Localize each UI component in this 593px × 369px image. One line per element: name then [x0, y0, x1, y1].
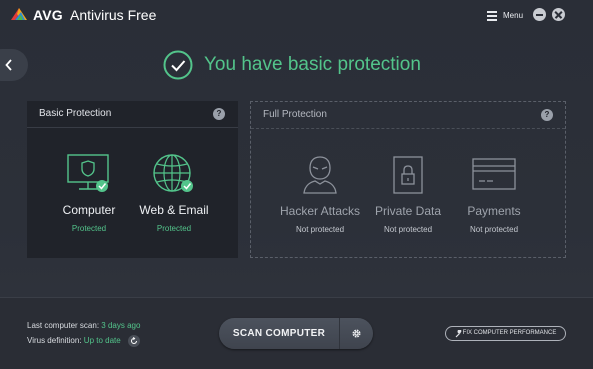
divider [27, 127, 238, 128]
minimize-button[interactable] [533, 8, 546, 21]
last-scan-label: Last computer scan: [27, 321, 100, 330]
help-button[interactable]: ? [541, 109, 553, 121]
basic-protection-panel: Basic Protection ? Computer Protected We… [27, 101, 238, 258]
help-button[interactable]: ? [213, 108, 225, 120]
hamburger-icon [487, 10, 497, 21]
item-status: Protected [156, 224, 192, 233]
divider [251, 128, 565, 129]
fix-performance-button[interactable]: FIX COMPUTER PERFORMANCE [445, 326, 566, 341]
wrench-icon [455, 330, 462, 338]
item-status: Protected [71, 224, 107, 233]
avg-logo-icon [11, 8, 27, 20]
product-name: Antivirus Free [70, 7, 157, 23]
full-protection-panel: Full Protection ? Hacker Attacks Not pro… [250, 101, 566, 258]
last-scan-info: Last computer scan: 3 days ago [27, 321, 140, 330]
protection-status-title: You have basic protection [204, 54, 421, 75]
item-status: Not protected [469, 225, 519, 234]
avg-main-window: AVG Antivirus Free Menu You have basic p… [0, 0, 593, 369]
monitor-shield-icon [67, 154, 109, 192]
fix-performance-label: FIX COMPUTER PERFORMANCE [462, 330, 557, 336]
item-name: Hacker Attacks [279, 204, 361, 218]
lock-file-icon [393, 156, 423, 194]
panel-title: Basic Protection [39, 108, 112, 119]
scan-computer-button[interactable]: SCAN COMPUTER [219, 318, 339, 349]
virus-def-label: Virus definition: [27, 336, 82, 346]
scan-settings-button[interactable] [340, 318, 373, 349]
item-status: Not protected [295, 225, 345, 234]
gear-icon [352, 329, 361, 338]
refresh-definitions-button[interactable] [127, 335, 140, 347]
brand-name: AVG [33, 7, 63, 23]
item-name: Computer [62, 203, 116, 217]
item-name: Payments [467, 204, 521, 218]
last-scan-value[interactable]: 3 days ago [101, 321, 140, 330]
back-button[interactable] [0, 49, 28, 81]
hacker-icon [303, 156, 337, 194]
chevron-left-icon [5, 59, 12, 71]
menu-label: Menu [503, 10, 524, 20]
panel-title: Full Protection [263, 109, 327, 120]
item-name: Web & Email [139, 203, 209, 217]
scan-computer-button-group: SCAN COMPUTER [219, 318, 373, 349]
close-button[interactable] [552, 8, 565, 21]
refresh-icon [130, 337, 137, 344]
virus-definition-info: Virus definition: Up to date [27, 335, 140, 347]
title-bar: AVG Antivirus Free Menu [0, 0, 593, 30]
item-name: Private Data [374, 204, 442, 218]
menu-button[interactable]: Menu [487, 8, 523, 22]
globe-icon [153, 154, 193, 192]
credit-card-icon [472, 158, 516, 190]
virus-def-value: Up to date [83, 336, 121, 346]
item-status: Not protected [383, 225, 433, 234]
check-circle-icon [163, 50, 193, 80]
